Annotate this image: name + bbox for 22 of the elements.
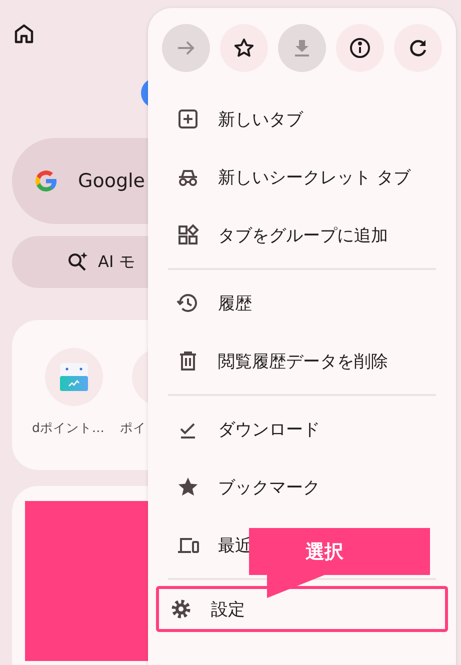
tab-group-icon	[176, 223, 200, 247]
add-box-icon	[176, 107, 200, 131]
menu-item[interactable]: 新しいシークレット タブ	[156, 148, 448, 206]
bookmark-button[interactable]	[220, 24, 268, 72]
settings-icon	[169, 597, 193, 621]
menu-item[interactable]: 設定	[156, 586, 448, 632]
callout-tooltip: 選択	[249, 528, 430, 598]
menu-item[interactable]: タブをグループに追加	[156, 206, 448, 264]
menu-item[interactable]: ダウンロード	[156, 400, 448, 458]
menu-item[interactable]: ブックマーク	[156, 458, 448, 516]
menu-item[interactable]: 新しいタブ	[156, 90, 448, 148]
history-icon	[176, 291, 200, 315]
menu-item[interactable]: 閲覧履歴データを削除	[156, 332, 448, 390]
callout-pointer	[267, 574, 327, 598]
shortcut-tile[interactable]: dポイント…	[32, 348, 116, 470]
info-icon	[348, 36, 372, 60]
search-label: Google	[78, 170, 146, 192]
menu-item[interactable]: 履歴	[156, 274, 448, 332]
refresh-button[interactable]	[394, 24, 442, 72]
home-icon[interactable]	[12, 22, 36, 46]
info-button[interactable]	[336, 24, 384, 72]
app-icon	[59, 362, 89, 392]
